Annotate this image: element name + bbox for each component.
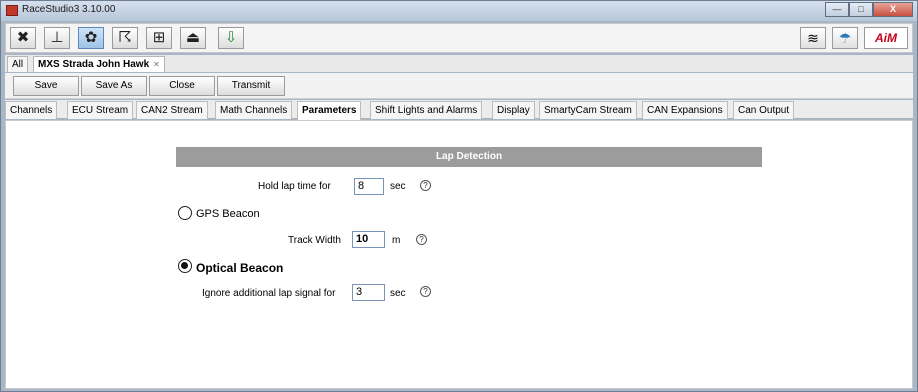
tab-smartycam-stream[interactable]: SmartyCam Stream (539, 101, 637, 119)
tab-current-label: MXS Strada John Hawk (38, 59, 150, 70)
tab-display[interactable]: Display (492, 101, 535, 119)
transmit-button[interactable]: Transmit (217, 76, 285, 96)
tab-all-label: All (12, 59, 24, 70)
track-width-input[interactable]: 10 (352, 231, 385, 248)
wrench-icon[interactable]: ✖ (10, 27, 36, 49)
device-icon[interactable]: ⊥ (44, 27, 70, 49)
tab-can-expansions[interactable]: CAN Expansions (642, 101, 728, 119)
ignore-lap-signal-label: Ignore additional lap signal for (202, 288, 336, 299)
cloud-icon[interactable]: ☂ (832, 27, 858, 49)
app-icon (6, 5, 18, 16)
track-icon[interactable]: ☈ (112, 27, 138, 49)
track-width-unit: m (392, 235, 401, 246)
download-icon[interactable]: ⇩ (218, 27, 244, 49)
gps-beacon-radio[interactable] (178, 206, 192, 220)
parameters-panel: Lap Detection Hold lap time for 8 sec ? … (5, 120, 913, 389)
lap-detection-header: Lap Detection (176, 147, 762, 167)
config-tabs: Channels ECU Stream CAN2 Stream Math Cha… (5, 100, 913, 120)
gps-beacon-label: GPS Beacon (196, 208, 260, 220)
ignore-lap-signal-input[interactable]: 3 (352, 284, 385, 301)
app-window: RaceStudio3 3.10.00 — □ X ✖ ⊥ ✿ ☈ ⊞ ⏏ ⇩ … (0, 0, 918, 392)
gear-icon[interactable]: ✿ (78, 27, 104, 49)
tab-math-channels[interactable]: Math Channels (215, 101, 293, 119)
optical-beacon-radio[interactable] (178, 259, 192, 273)
hold-lap-time-unit: sec (390, 181, 406, 192)
close-button[interactable]: Close (149, 76, 215, 96)
tab-parameters[interactable]: Parameters (297, 101, 362, 120)
upload-icon[interactable]: ⏏ (180, 27, 206, 49)
tab-can-output[interactable]: Can Output (733, 101, 795, 119)
help-icon[interactable]: ? (416, 234, 427, 245)
ignore-lap-signal-unit: sec (390, 288, 406, 299)
title-bar: RaceStudio3 3.10.00 — □ X (1, 1, 917, 21)
optical-beacon-label: Optical Beacon (196, 261, 284, 275)
layout-icon[interactable]: ⊞ (146, 27, 172, 49)
help-icon[interactable]: ? (420, 180, 431, 191)
aim-logo[interactable]: AiM (864, 27, 908, 49)
hold-lap-time-label: Hold lap time for (258, 181, 331, 192)
save-as-button[interactable]: Save As (81, 76, 147, 96)
tab-current-config[interactable]: MXS Strada John Hawk ✕ (33, 56, 165, 72)
tab-channels[interactable]: Channels (5, 101, 58, 119)
hold-lap-time-input[interactable]: 8 (354, 178, 384, 195)
track-width-label: Track Width (288, 235, 341, 246)
tab-can2-stream[interactable]: CAN2 Stream (136, 101, 208, 119)
maximize-button[interactable]: □ (849, 2, 873, 17)
window-controls: — □ X (825, 2, 913, 17)
wifi-icon[interactable]: ≋ (800, 27, 826, 49)
close-window-button[interactable]: X (873, 2, 913, 17)
save-button[interactable]: Save (13, 76, 79, 96)
tab-all[interactable]: All (7, 56, 29, 72)
main-toolbar: ✖ ⊥ ✿ ☈ ⊞ ⏏ ⇩ ≋ ☂ AiM (5, 23, 913, 53)
close-tab-icon[interactable]: ✕ (153, 60, 160, 69)
help-icon[interactable]: ? (420, 286, 431, 297)
action-bar: Save Save As Close Transmit (5, 73, 913, 99)
tab-ecu-stream[interactable]: ECU Stream (67, 101, 134, 119)
tab-shift-lights-alarms[interactable]: Shift Lights and Alarms (370, 101, 483, 119)
document-tabs: All MXS Strada John Hawk ✕ (5, 55, 913, 72)
window-title: RaceStudio3 3.10.00 (22, 4, 116, 15)
minimize-button[interactable]: — (825, 2, 849, 17)
